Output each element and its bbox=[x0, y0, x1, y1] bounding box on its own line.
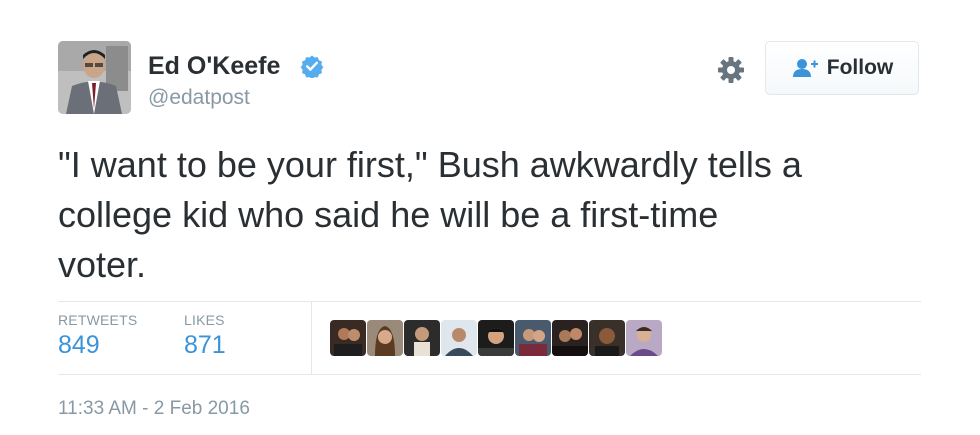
liker-avatar-2[interactable] bbox=[367, 320, 403, 356]
tweet-line: "I want to be your first," Bush awkwardl… bbox=[58, 144, 802, 185]
liker-avatar-6[interactable] bbox=[515, 320, 551, 356]
likes-count[interactable]: 871 bbox=[184, 331, 226, 360]
author-avatar[interactable] bbox=[58, 41, 131, 114]
retweets-label: RETWEETS bbox=[58, 312, 138, 328]
retweets-count[interactable]: 849 bbox=[58, 331, 137, 360]
tweet-text: "I want to be your first," Bush awkwardl… bbox=[58, 140, 938, 290]
follow-button[interactable]: Follow bbox=[765, 41, 919, 95]
tweet-timestamp[interactable]: 11:33 AM - 2 Feb 2016 bbox=[58, 398, 250, 420]
likes-stat[interactable]: LIKES 871 bbox=[184, 312, 226, 360]
liker-avatar-4[interactable] bbox=[441, 320, 477, 356]
follow-label: Follow bbox=[826, 56, 894, 79]
likers-avatar-row bbox=[330, 320, 662, 356]
gear-icon[interactable] bbox=[716, 55, 746, 85]
liker-avatar-7[interactable] bbox=[552, 320, 588, 356]
liker-avatar-9[interactable] bbox=[626, 320, 662, 356]
stats-vertical-divider bbox=[311, 302, 312, 374]
stats-bottom-divider bbox=[58, 374, 921, 375]
liker-avatar-3[interactable] bbox=[404, 320, 440, 356]
liker-avatar-8[interactable] bbox=[589, 320, 625, 356]
liker-avatar-5[interactable] bbox=[478, 320, 514, 356]
author-screen-name[interactable]: @edatpost bbox=[148, 86, 250, 110]
verified-badge-icon bbox=[300, 55, 324, 78]
author-display-name[interactable]: Ed O'Keefe bbox=[148, 52, 280, 81]
liker-avatar-1[interactable] bbox=[330, 320, 366, 356]
retweets-stat[interactable]: RETWEETS 849 bbox=[58, 312, 137, 360]
tweet-line: college kid who said he will be a first-… bbox=[58, 194, 719, 235]
likes-label: LIKES bbox=[184, 312, 225, 328]
tweet-line: voter. bbox=[58, 244, 147, 285]
stats-top-divider bbox=[58, 301, 921, 302]
profile-photo-icon bbox=[58, 41, 131, 114]
add-user-icon bbox=[792, 59, 818, 77]
